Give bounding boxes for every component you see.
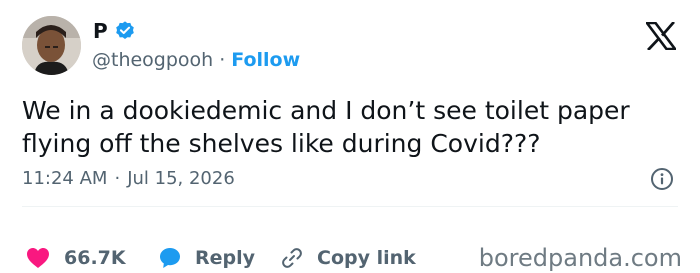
heart-icon [27,248,49,268]
speech-bubble-icon [160,248,180,268]
tweet-time: 11:24 AM [22,168,108,189]
tweet-text: We in a dookiedemic and I don’t see toil… [22,94,682,160]
reply-label: Reply [195,247,256,269]
tweet-card: P @theogpooh · Follow We in a dookiedemi… [0,0,700,272]
tweet-text-line: We in a dookiedemic and I don’t see toil… [22,96,630,125]
reply-button[interactable]: Reply [159,244,255,272]
like-count: 66.7K [64,247,126,269]
copy-link-label: Copy link [317,247,416,269]
author-name-row: P [93,18,136,44]
watermark: boredpanda.com [478,244,682,272]
author-name[interactable]: P [93,18,108,44]
author-handle-row: @theogpooh · Follow [92,47,300,73]
follow-button[interactable]: Follow [231,47,300,73]
copy-link-button[interactable]: Copy link [281,244,416,272]
timestamp-separator: · [114,168,121,189]
info-icon[interactable] [650,167,674,191]
verified-badge-icon [115,21,134,39]
x-logo-icon[interactable] [646,22,676,50]
author-handle[interactable]: @theogpooh [92,47,213,73]
link-icon [282,248,302,268]
tweet-text-line: flying off the shelves like during Covid… [22,129,541,158]
tweet-date: Jul 15, 2026 [127,168,235,189]
avatar[interactable] [22,16,81,75]
like-button[interactable]: 66.7K [26,244,126,272]
handle-separator: · [219,49,226,71]
divider [22,206,678,207]
avatar-image [22,16,81,75]
tweet-timestamp[interactable]: 11:24 AM · Jul 15, 2026 [22,167,235,191]
